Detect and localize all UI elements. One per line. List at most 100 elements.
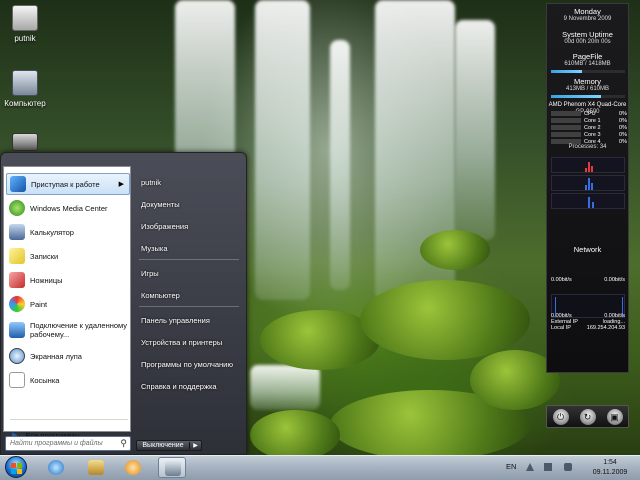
computer-icon xyxy=(12,70,38,96)
start-item-media-center[interactable]: Windows Media Center xyxy=(6,197,130,219)
disk-graph xyxy=(551,193,625,209)
internet-explorer-icon xyxy=(48,460,64,475)
uptime-value: 00d 00h 20m 00s xyxy=(564,39,611,45)
calculator-icon xyxy=(9,224,25,240)
memory-value: 413MB / 610MB xyxy=(565,86,610,92)
pagefile-title: PageFile xyxy=(572,52,603,61)
start-item-label: Paint xyxy=(30,299,48,309)
start-menu-divider xyxy=(10,419,128,420)
pagefile-bar xyxy=(550,70,625,73)
network-tray-icon[interactable] xyxy=(544,463,552,471)
network-title: Network xyxy=(573,245,602,254)
start-item-label: Косынка xyxy=(30,375,60,385)
desktop-icon-user[interactable]: putnik xyxy=(0,5,50,43)
start-menu-programs-pane: Приступая к работе ▶ Windows Media Cente… xyxy=(3,166,131,440)
start-item-getting-started[interactable]: Приступая к работе ▶ xyxy=(6,173,130,195)
magnifier-icon xyxy=(9,348,25,364)
network-app-icon xyxy=(165,461,181,476)
taskbar-media-player[interactable] xyxy=(119,457,147,478)
memory-bar-fill xyxy=(550,95,601,98)
shutdown-label: Выключение xyxy=(137,442,190,449)
core-row: Core 2 0% xyxy=(551,125,627,131)
net-upload-row: 0.00bit/s 0.00bit/s xyxy=(551,277,625,283)
lock-icon[interactable]: ▣ xyxy=(606,408,623,425)
start-link-computer[interactable]: Компьютер xyxy=(141,291,180,300)
core-row: Core 1 0% xyxy=(551,118,627,124)
restart-icon[interactable]: ↻ xyxy=(579,408,596,425)
system-monitor-gadget: Monday 9 Novembre 2009 System Uptime 00d… xyxy=(546,3,629,373)
start-item-magnifier[interactable]: Экранная лупа xyxy=(6,345,130,367)
local-ip-row: Local IP 169.254.204.93 xyxy=(551,325,625,331)
desktop-icon-recycle-bin[interactable] xyxy=(0,133,50,154)
shutdown-options-arrow-icon[interactable]: ▶ xyxy=(190,442,201,449)
file-explorer-icon xyxy=(88,460,104,475)
gadget-date: 9 Novembre 2009 xyxy=(563,16,612,22)
start-link-devices-printers[interactable]: Устройства и принтеры xyxy=(141,338,222,347)
search-placeholder: Найти программы и файлы xyxy=(10,440,103,447)
cpu-graph xyxy=(551,157,625,173)
volume-icon[interactable] xyxy=(564,463,572,471)
start-link-pictures[interactable]: Изображения xyxy=(141,222,188,231)
taskbar-network-app[interactable] xyxy=(158,457,186,478)
start-link-user[interactable]: putnik xyxy=(141,178,161,187)
start-link-help-support[interactable]: Справка и поддержка xyxy=(141,382,217,391)
remote-desktop-icon xyxy=(9,322,25,338)
getting-started-icon xyxy=(10,176,26,192)
start-button[interactable] xyxy=(2,455,30,480)
process-count: Processes: 34 xyxy=(568,144,607,150)
solitaire-icon xyxy=(9,372,25,388)
memory-title: Memory xyxy=(573,77,602,86)
media-player-icon xyxy=(125,460,141,475)
gadget-day: Monday xyxy=(574,7,601,16)
gadget-controls: ⏻ ↻ ▣ xyxy=(546,405,629,428)
start-item-snipping-tool[interactable]: Ножницы xyxy=(6,269,130,291)
start-item-label: Приступая к работе xyxy=(31,179,100,189)
start-item-sticky-notes[interactable]: Записки xyxy=(6,245,130,267)
pagefile-bar-fill xyxy=(550,70,583,73)
start-search-input[interactable]: Найти программы и файлы ⚲ xyxy=(5,436,131,451)
submenu-arrow-icon: ▶ xyxy=(118,181,124,188)
start-item-calculator[interactable]: Калькулятор xyxy=(6,221,130,243)
paint-icon xyxy=(9,296,25,312)
start-item-label: Калькулятор xyxy=(30,227,74,237)
cpu-name: AMD Phenom X4 Quad-Core xyxy=(548,102,627,108)
start-link-control-panel[interactable]: Панель управления xyxy=(141,316,210,325)
taskbar-file-explorer[interactable] xyxy=(82,457,110,478)
start-link-documents[interactable]: Документы xyxy=(141,200,180,209)
start-item-label: Записки xyxy=(30,251,59,261)
core-row: Core 3 0% xyxy=(551,132,627,138)
start-link-default-programs[interactable]: Программы по умолчанию xyxy=(141,360,233,369)
desktop-icon-label: Компьютер xyxy=(4,99,46,108)
start-link-music[interactable]: Музыка xyxy=(141,244,168,253)
search-icon: ⚲ xyxy=(120,438,127,448)
taskbar-clock[interactable]: 1:54 09.11.2009 xyxy=(588,458,632,478)
memory-graph xyxy=(551,175,625,191)
uptime-title: System Uptime xyxy=(562,30,613,39)
start-item-remote-desktop[interactable]: Подключение к удаленному рабочему... xyxy=(6,317,130,343)
start-item-paint[interactable]: Paint xyxy=(6,293,130,315)
memory-bar xyxy=(550,95,625,98)
start-item-label: Ножницы xyxy=(30,275,63,285)
start-item-solitaire[interactable]: Косынка xyxy=(6,369,130,391)
cpu-row: CPU 0% xyxy=(551,111,627,117)
start-right-divider xyxy=(139,259,239,260)
start-right-divider xyxy=(139,306,239,307)
start-menu: Приступая к работе ▶ Windows Media Cente… xyxy=(0,152,247,455)
desktop-icon-computer[interactable]: Компьютер xyxy=(0,70,50,108)
snipping-tool-icon xyxy=(9,272,25,288)
power-icon[interactable]: ⏻ xyxy=(552,408,569,425)
sticky-notes-icon xyxy=(9,248,25,264)
start-item-label: Подключение к удаленному рабочему... xyxy=(30,321,128,339)
desktop-icon-label: putnik xyxy=(14,34,36,43)
shutdown-button[interactable]: Выключение ▶ xyxy=(136,440,202,451)
taskbar-internet-explorer[interactable] xyxy=(42,457,70,478)
start-item-label: Windows Media Center xyxy=(30,203,108,213)
start-link-games[interactable]: Игры xyxy=(141,269,159,278)
recycle-bin-icon xyxy=(12,133,38,151)
language-indicator[interactable]: EN xyxy=(506,462,516,471)
windows-logo-icon xyxy=(5,456,27,478)
clock-time: 1:54 xyxy=(603,459,617,466)
user-folder-icon xyxy=(12,5,38,31)
clock-date: 09.11.2009 xyxy=(592,469,628,476)
start-item-label: Экранная лупа xyxy=(30,351,82,361)
